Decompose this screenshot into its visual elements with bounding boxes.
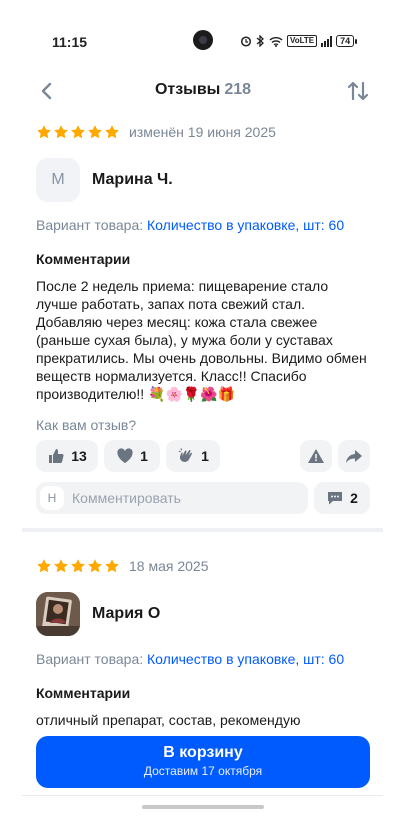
clap-button[interactable]: 1 [166,440,220,472]
bluetooth-icon [256,35,264,47]
star-icon [71,125,85,139]
product-variant: Вариант товара: Количество в упаковке, ш… [36,217,370,233]
comment-placeholder: Комментировать [72,490,181,506]
like-count: 13 [71,448,87,464]
reaction-bar: 13 1 1 [36,440,370,472]
review-card: 18 мая 2025 Мария О Вариант товара: Коли… [36,556,370,729]
clap-count: 1 [201,448,209,464]
comments-count: 2 [350,490,358,506]
comments-button[interactable]: 2 [314,482,370,514]
variant-label: Вариант товара: [36,651,148,667]
star-icon [71,559,85,573]
comment-row: Н Комментировать 2 [36,482,370,514]
variant-link[interactable]: Количество в упаковке, шт: 60 [147,651,344,667]
bottom-divider [22,795,383,796]
star-icon [54,559,68,573]
wifi-icon [269,36,283,47]
avatar: М [36,158,80,202]
star-icon [105,559,119,573]
product-variant: Вариант товара: Количество в упаковке, ш… [36,651,370,667]
report-button[interactable] [300,440,332,472]
page-title-text: Отзывы [154,81,221,98]
user-initial-badge: Н [40,486,64,510]
status-bar: 11:15 VoLTE 74 [0,0,406,70]
rating-row: изменён 19 июня 2025 [36,122,370,142]
chat-icon [328,492,343,505]
like-button[interactable]: 13 [36,440,98,472]
review-card: изменён 19 июня 2025 М Марина Ч. Вариант… [36,122,370,514]
alarm-icon [240,36,252,47]
review-author[interactable]: Мария О [36,592,370,636]
rating-row: 18 мая 2025 [36,556,370,576]
signal-icon [321,35,333,47]
star-icon [105,125,119,139]
rating-stars [36,558,120,574]
share-button[interactable] [338,440,370,472]
star-icon [54,125,68,139]
sort-icon[interactable] [346,79,370,103]
feedback-question: Как вам отзыв? [36,417,137,433]
review-author[interactable]: М Марина Ч. [36,158,370,202]
header: Отзывы 218 [0,70,406,112]
review-text: После 2 недель приема: пищеварение стало… [36,278,367,402]
volte-badge: VoLTE [287,35,318,47]
author-name: Марина Ч. [92,171,173,188]
add-to-cart-button[interactable]: В корзину Доставим 17 октября [36,736,370,788]
status-time: 11:15 [52,34,88,50]
review-date: 18 мая 2025 [129,558,209,574]
heart-icon [117,448,133,463]
home-indicator[interactable] [142,805,264,809]
comment-label: Комментарии [36,685,131,701]
review-divider [22,528,383,532]
comment-input[interactable]: Н Комментировать [36,482,308,514]
rating-stars [36,124,120,140]
star-icon [88,125,102,139]
battery-icon: 74 [336,35,358,47]
delivery-date: Доставим 17 октября [143,764,263,778]
thumbs-up-icon [49,449,64,463]
clap-icon [178,448,193,462]
avatar-photo [36,592,80,636]
variant-label: Вариант товара: [36,217,148,233]
star-icon [37,559,51,573]
share-icon [346,450,362,463]
heart-count: 1 [140,448,148,464]
star-icon [88,559,102,573]
status-icons: VoLTE 74 [240,34,358,48]
review-date: изменён 19 июня 2025 [129,124,276,140]
avatar [36,592,80,636]
comment-label: Комментарии [36,251,131,267]
review-text: отличный препарат, состав, рекомендую [36,712,301,728]
add-to-cart-label: В корзину [163,744,243,761]
front-camera [193,30,213,50]
variant-link[interactable]: Количество в упаковке, шт: 60 [147,217,344,233]
star-icon [37,125,51,139]
review-count: 218 [224,81,252,98]
heart-button[interactable]: 1 [104,440,160,472]
author-name: Мария О [92,605,161,622]
warning-icon [308,449,324,463]
